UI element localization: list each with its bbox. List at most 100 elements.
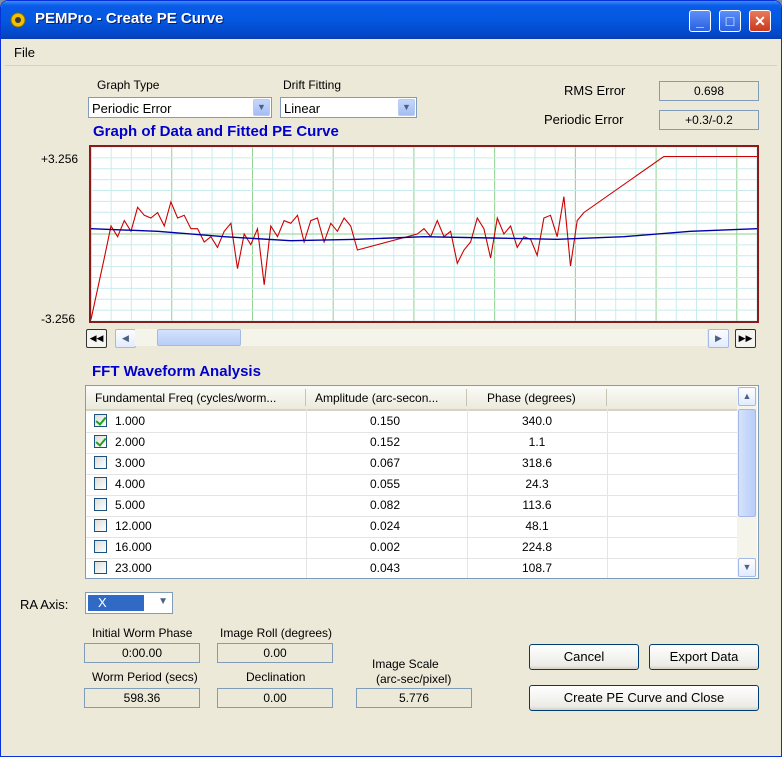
phase-cell: 108.7 xyxy=(521,561,553,575)
amplitude-cell: 0.024 xyxy=(370,519,401,533)
freq-cell: 2.000 xyxy=(115,435,146,449)
freq-cell: 5.000 xyxy=(115,498,146,512)
pe-graph xyxy=(89,145,759,323)
row-checkbox[interactable] xyxy=(94,477,107,490)
scroll-thumb[interactable] xyxy=(157,329,241,346)
double-left-arrow-icon: ◀◀ xyxy=(89,333,104,343)
row-checkbox[interactable] xyxy=(94,540,107,553)
menu-file[interactable]: File xyxy=(14,45,35,60)
ra-axis-dropdown[interactable]: X ▼ xyxy=(85,592,173,614)
initial-worm-phase-value: 0:00.00 xyxy=(84,643,200,663)
phase-cell: 24.3 xyxy=(525,477,549,491)
table-row[interactable]: 5.000 0.082 113.6 xyxy=(86,495,738,517)
graph-type-dropdown[interactable]: Periodic Error ▼ xyxy=(88,97,272,118)
create-pe-curve-window: PEMPro - Create PE Curve _ □ ✕ File Grap… xyxy=(0,0,782,757)
double-right-arrow-icon: ▶▶ xyxy=(738,333,753,343)
rms-error-value: 0.698 xyxy=(659,81,759,101)
measured-data-line xyxy=(90,155,757,320)
minimize-icon: _ xyxy=(696,13,704,29)
freq-cell: 16.000 xyxy=(115,540,152,554)
graph-title: Graph of Data and Fitted PE Curve xyxy=(93,123,339,140)
column-header-amplitude[interactable]: Amplitude (arc-secon... xyxy=(315,391,438,405)
minimize-button[interactable]: _ xyxy=(689,10,711,32)
table-row[interactable]: 3.000 0.067 318.6 xyxy=(86,453,738,475)
phase-cell: 318.6 xyxy=(521,456,553,470)
amplitude-cell: 0.002 xyxy=(370,540,401,554)
image-roll-value: 0.00 xyxy=(217,643,333,663)
close-button[interactable]: ✕ xyxy=(749,10,771,32)
menu-bar: File xyxy=(5,39,777,66)
scroll-right-button[interactable]: ▶ xyxy=(708,329,729,348)
phase-cell: 48.1 xyxy=(525,519,549,533)
table-row[interactable]: 12.000 0.024 48.1 xyxy=(86,516,738,538)
rms-error-label: RMS Error xyxy=(564,83,626,98)
row-checkbox[interactable] xyxy=(94,456,107,469)
scroll-down-button[interactable]: ▼ xyxy=(738,558,756,577)
freq-cell: 23.000 xyxy=(115,561,152,575)
window-title: PEMPro - Create PE Curve xyxy=(35,10,224,27)
amplitude-cell: 0.055 xyxy=(370,477,401,491)
scroll-left-button[interactable]: ◀ xyxy=(115,329,136,348)
row-checkbox[interactable] xyxy=(94,435,107,448)
row-checkbox[interactable] xyxy=(94,519,107,532)
table-row[interactable]: 23.000 0.043 108.7 xyxy=(86,558,738,578)
worm-period-label: Worm Period (secs) xyxy=(92,670,198,684)
amplitude-cell: 0.067 xyxy=(370,456,401,470)
pe-chart xyxy=(90,146,758,322)
amplitude-cell: 0.152 xyxy=(370,435,401,449)
scroll-first-button[interactable]: ◀◀ xyxy=(86,329,107,348)
freq-cell: 4.000 xyxy=(115,477,146,491)
chevron-down-icon[interactable]: ▼ xyxy=(398,99,415,116)
left-arrow-icon: ◀ xyxy=(122,333,129,343)
amplitude-cell: 0.043 xyxy=(370,561,401,575)
column-header-phase[interactable]: Phase (degrees) xyxy=(487,391,576,405)
image-scale-label: Image Scale xyxy=(372,657,439,671)
up-arrow-icon: ▲ xyxy=(742,391,752,401)
maximize-icon: □ xyxy=(725,13,735,29)
phase-cell: 340.0 xyxy=(521,414,553,428)
drift-fitting-label: Drift Fitting xyxy=(283,78,342,92)
phase-cell: 224.8 xyxy=(521,540,553,554)
initial-worm-phase-label: Initial Worm Phase xyxy=(92,626,193,640)
cancel-button[interactable]: Cancel xyxy=(529,644,639,670)
phase-cell: 113.6 xyxy=(522,498,552,512)
chevron-down-icon[interactable]: ▼ xyxy=(158,596,168,607)
freq-cell: 1.000 xyxy=(115,414,146,428)
fft-scroll-thumb[interactable] xyxy=(738,409,756,517)
y-min-label: -3.256 xyxy=(41,312,76,326)
declination-value: 0.00 xyxy=(217,688,333,708)
image-scale-value: 5.776 xyxy=(356,688,472,708)
fft-title: FFT Waveform Analysis xyxy=(92,363,261,380)
periodic-error-label: Periodic Error xyxy=(544,112,624,127)
graph-type-value: Periodic Error xyxy=(92,101,172,116)
export-data-button[interactable]: Export Data xyxy=(649,644,759,670)
scroll-up-button[interactable]: ▲ xyxy=(738,387,756,406)
fitted-pe-curve-line xyxy=(90,228,758,242)
fft-table-scrollbar[interactable]: ▲ ▼ xyxy=(737,387,757,577)
maximize-button[interactable]: □ xyxy=(719,10,741,32)
fft-table-header: Fundamental Freq (cycles/worm... Amplitu… xyxy=(86,386,738,411)
right-arrow-icon: ▶ xyxy=(715,333,722,343)
row-checkbox[interactable] xyxy=(94,498,107,511)
amplitude-cell: 0.082 xyxy=(370,498,401,512)
scroll-track[interactable] xyxy=(135,329,707,346)
table-row[interactable]: 4.000 0.055 24.3 xyxy=(86,474,738,496)
title-bar[interactable]: PEMPro - Create PE Curve _ □ ✕ xyxy=(1,1,781,39)
chevron-down-icon[interactable]: ▼ xyxy=(253,99,270,116)
scroll-last-button[interactable]: ▶▶ xyxy=(735,329,756,348)
image-roll-label: Image Roll (degrees) xyxy=(220,626,333,640)
table-row[interactable]: 2.000 0.152 1.1 xyxy=(86,432,738,454)
row-checkbox[interactable] xyxy=(94,561,107,574)
table-row[interactable]: 16.000 0.002 224.8 xyxy=(86,537,738,559)
column-header-freq[interactable]: Fundamental Freq (cycles/worm... xyxy=(95,391,276,405)
ra-axis-label: RA Axis: xyxy=(20,597,69,612)
table-row[interactable]: 1.000 0.150 340.0 xyxy=(86,411,738,433)
down-arrow-icon: ▼ xyxy=(742,562,752,572)
declination-label: Declination xyxy=(246,670,306,684)
create-pe-curve-button[interactable]: Create PE Curve and Close xyxy=(529,685,759,711)
row-checkbox[interactable] xyxy=(94,414,107,427)
freq-cell: 12.000 xyxy=(115,519,152,533)
drift-fitting-dropdown[interactable]: Linear ▼ xyxy=(280,97,417,118)
worm-period-value: 598.36 xyxy=(84,688,200,708)
graph-scrollbar[interactable]: ◀◀ ◀ ▶ ▶▶ xyxy=(85,328,759,350)
